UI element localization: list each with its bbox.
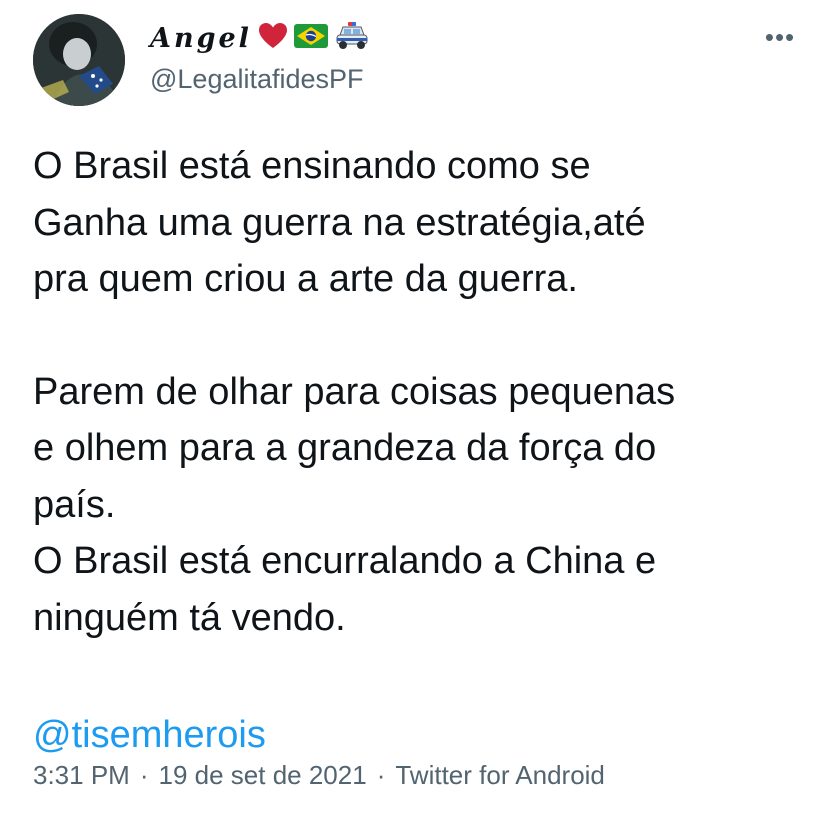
tweet-paragraph-2: Parem de olhar para coisas pequenas e ol… (33, 370, 676, 639)
author-handle[interactable]: @LegalitafidesPF (150, 64, 364, 95)
avatar-image (33, 14, 125, 106)
more-options-button[interactable]: ••• (760, 22, 800, 52)
author-name-row[interactable]: Angel (150, 20, 370, 56)
meta-separator: · (139, 760, 149, 790)
red-heart-icon (258, 22, 288, 55)
avatar[interactable] (33, 14, 125, 106)
tweet-source[interactable]: Twitter for Android (395, 760, 605, 791)
brazil-flag-icon (293, 23, 328, 53)
tweet-time[interactable]: 3:31 PM (33, 760, 130, 791)
police-car-icon (334, 21, 370, 56)
display-name[interactable]: Angel (150, 23, 252, 54)
tweet-paragraph-1: O Brasil está ensinando como se Ganha um… (33, 145, 646, 300)
mention-link[interactable]: @tisemherois (33, 714, 266, 756)
tweet-date[interactable]: 19 de set de 2021 (159, 760, 367, 791)
more-horizontal-icon: ••• (764, 21, 796, 52)
tweet-text: O Brasil está ensinando como se Ganha um… (33, 138, 803, 764)
tweet-metadata: 3:31 PM · 19 de set de 2021 · Twitter fo… (33, 760, 605, 791)
meta-separator: · (376, 760, 386, 790)
